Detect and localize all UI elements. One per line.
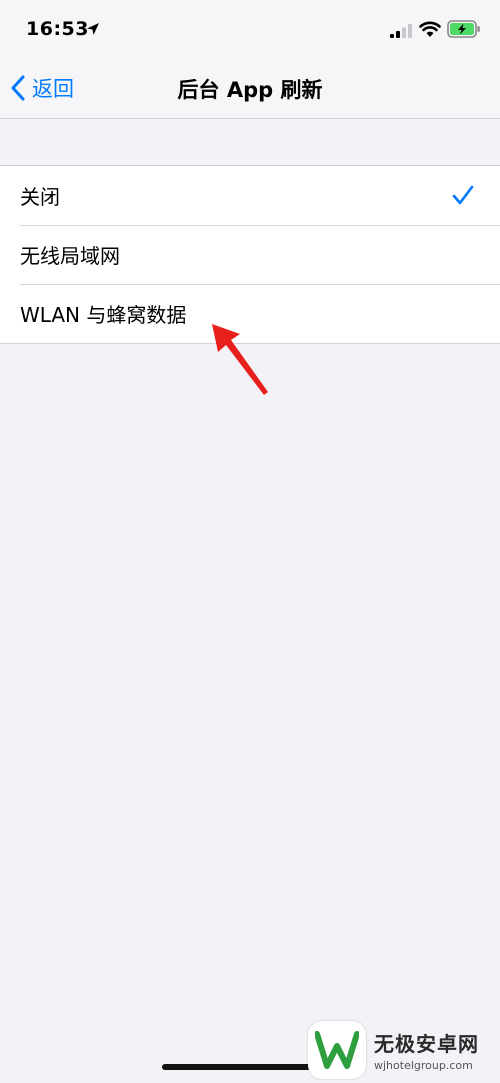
option-label: 无线局域网	[20, 244, 120, 268]
wifi-icon	[419, 21, 441, 37]
option-off[interactable]: 关闭	[0, 166, 500, 225]
watermark-name: 无极安卓网	[374, 1031, 479, 1056]
status-bar: 16:53	[0, 0, 500, 58]
option-wlan[interactable]: 无线局域网	[0, 225, 500, 284]
watermark-logo-icon	[308, 1020, 366, 1079]
location-arrow-icon	[87, 23, 99, 35]
navigation-bar: 返回 后台 App 刷新	[0, 58, 500, 119]
cellular-signal-icon	[390, 24, 412, 38]
watermark-url: wjhotelgroup.com	[374, 1058, 473, 1072]
option-label: WLAN 与蜂窝数据	[20, 303, 187, 327]
option-label: 关闭	[20, 185, 60, 209]
status-time: 16:53	[26, 18, 89, 40]
w-logo-icon	[315, 1030, 359, 1069]
page-title: 后台 App 刷新	[177, 78, 323, 102]
annotation-arrow-icon	[212, 324, 268, 395]
battery-charging-icon	[447, 20, 480, 38]
watermark: 无极安卓网 wjhotelgroup.com	[300, 1016, 500, 1083]
checkmark-icon	[452, 185, 474, 205]
